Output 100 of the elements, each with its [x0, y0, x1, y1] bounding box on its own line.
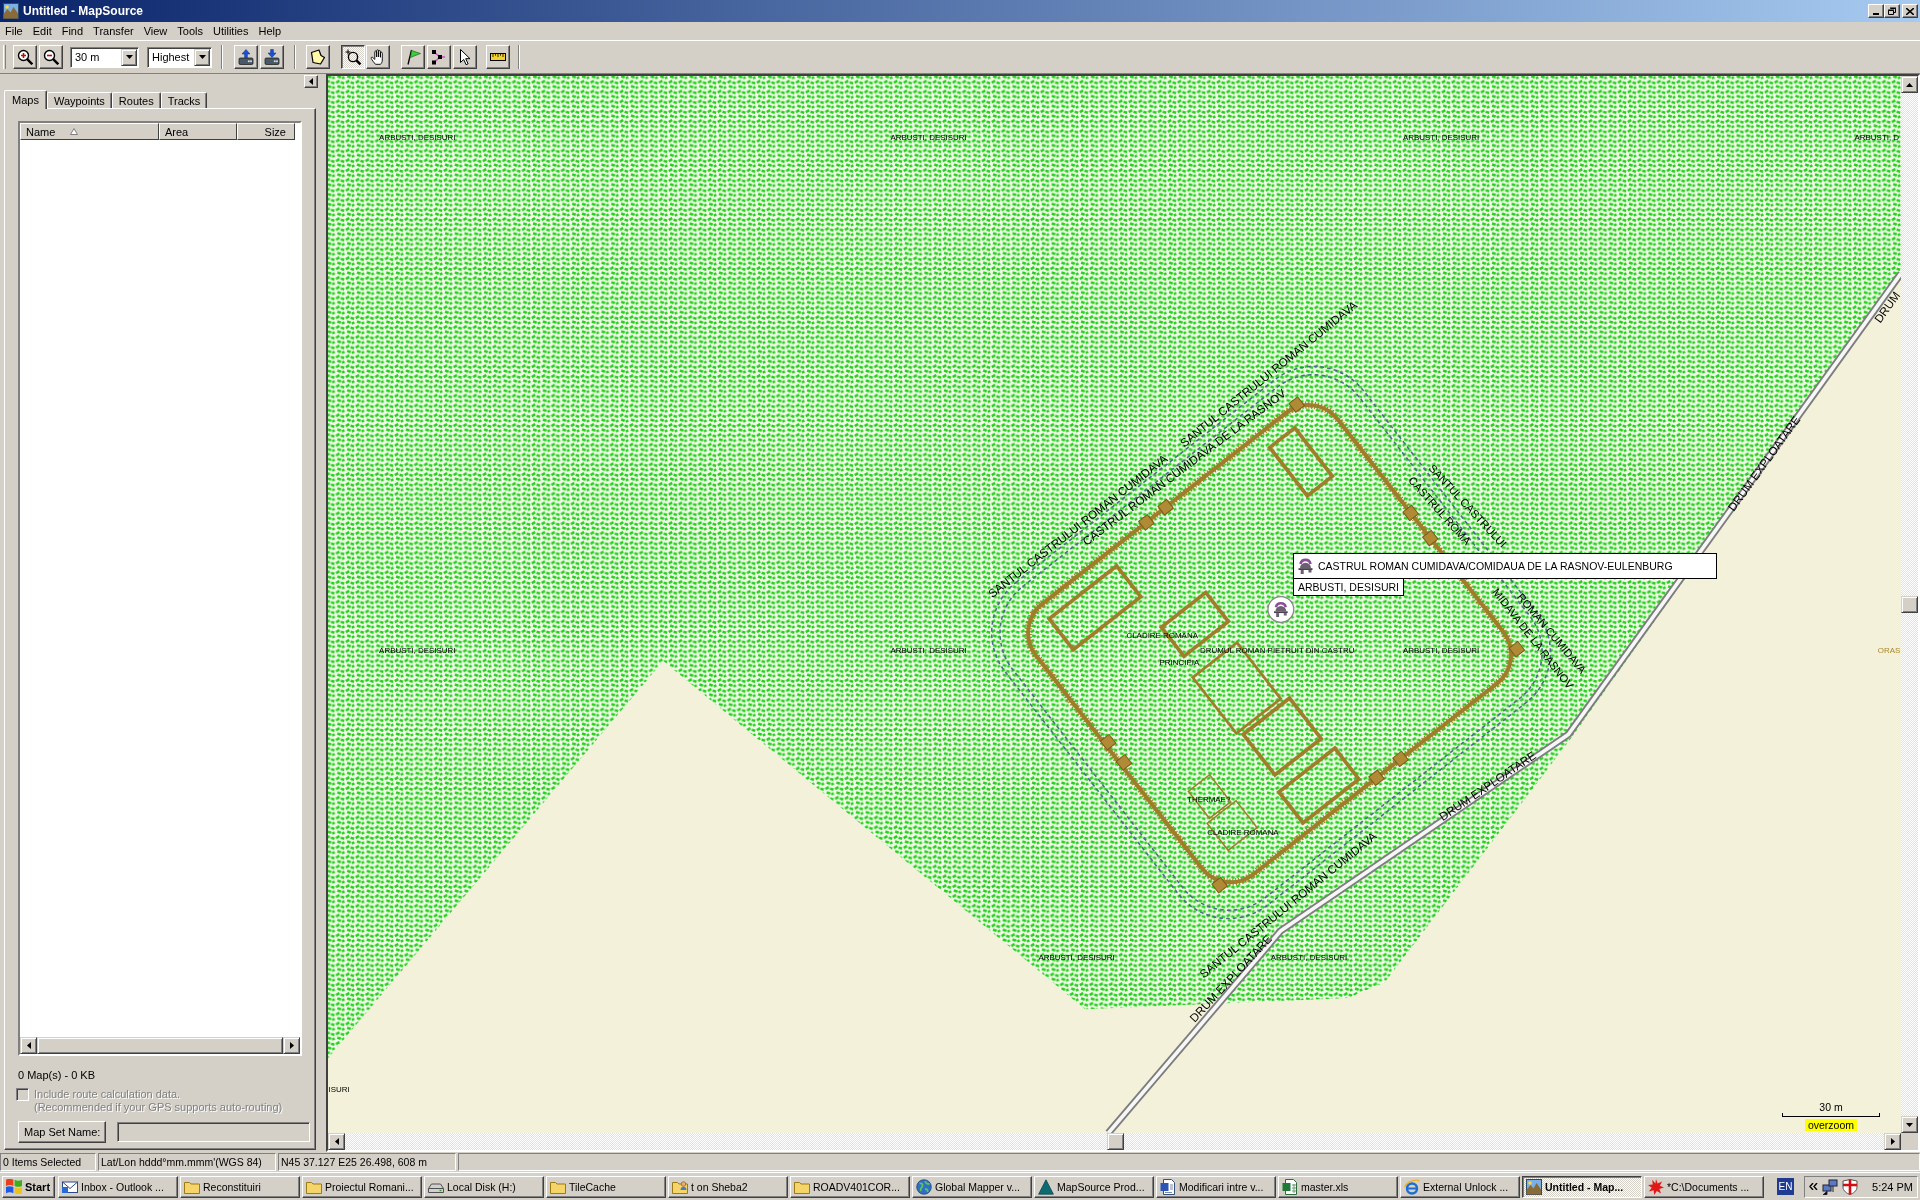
- double-chevron-icon[interactable]: [1809, 1183, 1818, 1190]
- select-tool-button[interactable]: [453, 45, 477, 69]
- taskbar-button[interactable]: Global Mapper v...: [912, 1175, 1032, 1198]
- device-arrow-up-icon: [238, 49, 254, 65]
- menu-item[interactable]: Help: [253, 23, 287, 39]
- language-indicator[interactable]: EN: [1777, 1178, 1794, 1195]
- route-tool-button[interactable]: [427, 45, 451, 69]
- tab[interactable]: Routes: [111, 92, 161, 108]
- minimize-button[interactable]: [1868, 4, 1884, 18]
- taskbar-button[interactable]: MapSource Prod...: [1034, 1175, 1154, 1198]
- menu-item[interactable]: File: [0, 23, 28, 39]
- close-button[interactable]: [1902, 4, 1918, 18]
- globe-icon: [916, 1178, 932, 1195]
- start-button[interactable]: Start: [2, 1175, 55, 1198]
- menu-item[interactable]: Edit: [27, 23, 57, 39]
- send-button[interactable]: [260, 45, 284, 69]
- horizontal-scrollbar[interactable]: [328, 1133, 1901, 1150]
- taskbar-button[interactable]: Local Disk (H:): [424, 1175, 544, 1198]
- route-icon: [431, 49, 447, 65]
- pan-tool-button[interactable]: [366, 45, 390, 69]
- caret-down-icon: [125, 55, 133, 59]
- zoom-out-icon: [43, 49, 59, 65]
- menu-item[interactable]: Tools: [172, 23, 208, 39]
- shield-icon[interactable]: [1842, 1178, 1858, 1195]
- taskbar-button[interactable]: Proiectul Romani...: [302, 1175, 422, 1198]
- taskbar-button[interactable]: ROADV401COR...: [790, 1175, 910, 1198]
- flag-icon: [6, 1179, 22, 1194]
- taskbar-button[interactable]: Reconstituiri: [180, 1175, 300, 1198]
- taskbar-button[interactable]: Inbox - Outlook ...: [58, 1175, 178, 1198]
- column-header[interactable]: Name: [20, 123, 159, 140]
- area-label: ARBUSTI, DESISURI: [1402, 133, 1480, 143]
- waypoint-tool-button[interactable]: [401, 45, 425, 69]
- receive-button[interactable]: [234, 45, 258, 69]
- landscape-icon: [1526, 1178, 1542, 1195]
- spreadsheet-icon: [1282, 1178, 1298, 1195]
- taskbar-button[interactable]: TileCache: [546, 1175, 666, 1198]
- scroll-thumb[interactable]: [1106, 1133, 1124, 1150]
- menu-item[interactable]: View: [138, 23, 173, 39]
- feature-label: CLADIRE ROMANA: [1207, 828, 1279, 838]
- scroll-left-button[interactable]: [20, 1037, 37, 1054]
- area-label: ARBUSTI, DESISURI: [1038, 953, 1115, 963]
- zoom-in-button[interactable]: [13, 45, 37, 69]
- taskbar-button[interactable]: Untitled - Map...: [1522, 1175, 1642, 1198]
- caret-down-icon: [198, 55, 206, 59]
- distance-tool-button[interactable]: [486, 45, 510, 69]
- dropdown-button[interactable]: [194, 48, 210, 66]
- status-text: N45 37.127 E25 26.498, 608 m: [278, 1153, 456, 1171]
- column-header[interactable]: Size: [237, 123, 295, 140]
- taskbar-button[interactable]: t on Sheba2: [668, 1175, 788, 1198]
- checkbox-label: Include route calculation data.: [34, 1088, 182, 1101]
- network-icon[interactable]: [1822, 1178, 1838, 1195]
- taskbar-button[interactable]: *C:\Documents ...: [1644, 1175, 1764, 1198]
- scroll-right-button[interactable]: [283, 1037, 300, 1054]
- vertical-scrollbar[interactable]: [1901, 76, 1918, 1133]
- hand-icon: [370, 49, 386, 65]
- restore-button[interactable]: [1884, 4, 1900, 18]
- zoom-in-icon: [17, 49, 33, 65]
- ring-swoosh-icon: [1404, 1178, 1420, 1195]
- triangle-icon: [1038, 1178, 1054, 1195]
- column-header[interactable]: Area: [159, 123, 237, 140]
- area-tooltip: ARBUSTI, DESISURI: [1293, 578, 1404, 596]
- checkbox-note: (Recommended if your GPS supports auto-routing): [34, 1101, 283, 1114]
- scroll-down-button[interactable]: [1901, 1116, 1918, 1133]
- caret-right-icon: [1890, 1138, 1895, 1145]
- caret-up-icon: [1906, 82, 1913, 87]
- sort-arrow-icon: [70, 128, 79, 135]
- area-label: ARBUSTI, DESISURI: [890, 133, 967, 143]
- area-label: ARBUSTI, DESISURI: [1402, 645, 1480, 655]
- flag-icon: [405, 49, 421, 65]
- dropdown-button[interactable]: [121, 48, 137, 66]
- scale-distance: 30 m: [1819, 1101, 1843, 1113]
- scale-dropdown[interactable]: 30 m: [70, 46, 139, 68]
- zoom-out-button[interactable]: [39, 45, 63, 69]
- zoom-tool-button[interactable]: [341, 45, 365, 69]
- scroll-right-button[interactable]: [1884, 1133, 1901, 1150]
- tab[interactable]: Waypoints: [46, 92, 112, 108]
- tab[interactable]: Tracks: [160, 92, 208, 108]
- collapse-button[interactable]: [304, 75, 318, 88]
- menu-item[interactable]: Utilities: [208, 23, 254, 39]
- building-outline: [1187, 773, 1232, 820]
- taskbar-button[interactable]: External Unlock ...: [1400, 1175, 1520, 1198]
- caret-down-icon: [1906, 1122, 1913, 1127]
- shared-folder-icon: [672, 1178, 688, 1195]
- menu-item[interactable]: Transfer: [88, 23, 139, 39]
- landscape-icon: [3, 3, 19, 19]
- feature-label: PRINCIPIA: [1159, 657, 1200, 667]
- magnifier-icon: [345, 49, 361, 65]
- map-select-button[interactable]: [306, 45, 330, 69]
- helmet-icon: [1298, 557, 1314, 575]
- tab[interactable]: Maps: [4, 90, 47, 109]
- taskbar-button[interactable]: Modificari intre v...: [1156, 1175, 1276, 1198]
- scroll-left-button[interactable]: [328, 1133, 345, 1150]
- taskbar-button[interactable]: master.xls: [1278, 1175, 1398, 1198]
- scroll-up-button[interactable]: [1901, 76, 1918, 93]
- scroll-thumb[interactable]: [1901, 596, 1918, 614]
- caret-right-icon: [289, 1042, 294, 1049]
- area-label: ARBUSTI, DESISURI: [1270, 953, 1348, 963]
- detail-dropdown[interactable]: Highest: [147, 46, 212, 68]
- scroll-thumb[interactable]: [37, 1037, 283, 1054]
- menu-item[interactable]: Find: [56, 23, 89, 39]
